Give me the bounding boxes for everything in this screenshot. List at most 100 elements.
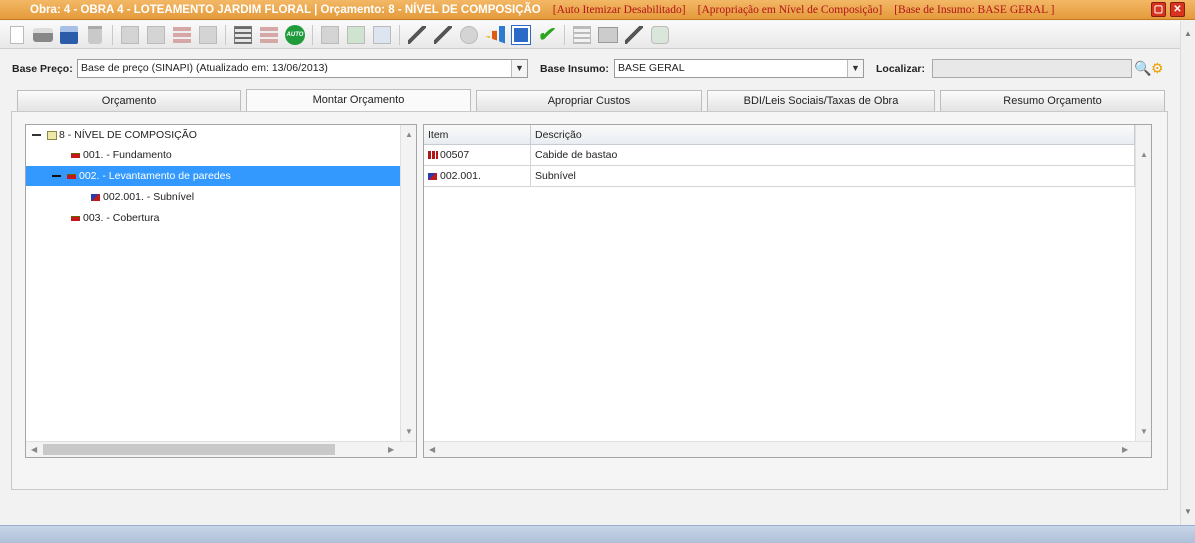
collapse-icon[interactable] <box>52 175 61 178</box>
tab-orcamento[interactable]: Orçamento <box>17 90 241 112</box>
scroll-down-icon[interactable]: ▼ <box>1184 507 1192 516</box>
search-icon[interactable]: 🔍 <box>1134 59 1151 77</box>
tree-horizontal-scrollbar[interactable]: ◀ ▶ <box>26 441 416 457</box>
tree-root-label: 8 - NÍVEL DE COMPOSIÇÃO <box>59 129 197 141</box>
pen-icon[interactable] <box>623 24 645 46</box>
tree-node-label: 003. - Cobertura <box>83 212 160 224</box>
scroll-right-icon[interactable]: ▶ <box>1122 445 1128 454</box>
tree-node-subnivel[interactable]: 002.001. - Subnível <box>91 187 391 207</box>
money-icon[interactable] <box>345 24 367 46</box>
scrollbar-thumb[interactable] <box>43 444 335 455</box>
scroll-up-icon[interactable]: ▲ <box>405 130 413 139</box>
tag-icon[interactable] <box>371 24 393 46</box>
flag-input-base: [Base de Insumo: BASE GERAL ] <box>894 3 1055 16</box>
new-document-icon[interactable] <box>6 24 28 46</box>
insert-item-icon[interactable] <box>171 24 193 46</box>
tab-bdi[interactable]: BDI/Leis Sociais/Taxas de Obra <box>707 90 935 112</box>
scroll-up-icon[interactable]: ▲ <box>1140 150 1148 159</box>
toolbar-separator <box>399 24 400 45</box>
items-grid: Item Descrição 00507 Cabide de bastao 00… <box>423 124 1152 458</box>
tree-node-label: 002.001. - Subnível <box>103 191 195 203</box>
maximize-button[interactable]: ▢ <box>1151 2 1166 17</box>
level-icon <box>71 215 80 221</box>
table-row[interactable]: 00507 Cabide de bastao <box>424 145 1135 166</box>
cell-item-text: 002.001. <box>440 170 481 182</box>
grid-vertical-scrollbar[interactable]: ▲ ▼ <box>1135 125 1151 441</box>
base-preco-label: Base Preço: <box>12 63 73 75</box>
localizar-input[interactable] <box>932 59 1132 78</box>
level-icon <box>67 173 76 179</box>
sublevel-icon <box>428 172 437 180</box>
auto-label: AUTO <box>285 24 305 45</box>
chart-icon[interactable] <box>484 24 506 46</box>
toolbar: AUTO ✔ <box>0 21 1180 49</box>
base-insumo-value: BASE GERAL <box>618 62 685 74</box>
save-icon[interactable] <box>58 24 80 46</box>
delete-icon[interactable] <box>84 24 106 46</box>
wizard-icon[interactable] <box>406 24 428 46</box>
grid-icon[interactable] <box>319 24 341 46</box>
cell-descricao: Subnível <box>531 166 1135 186</box>
tree-node-label: 001. - Fundamento <box>83 149 172 161</box>
window-scrollbar[interactable]: ▲ ▼ <box>1180 21 1195 526</box>
cell-descricao: Cabide de bastao <box>531 145 1135 165</box>
flag-auto-itemize: [Auto Itemizar Desabilitado] <box>552 3 686 16</box>
add-icon[interactable] <box>649 24 671 46</box>
level-icon <box>71 152 80 158</box>
scroll-left-icon[interactable]: ◀ <box>31 445 37 454</box>
toolbar-separator <box>225 24 226 45</box>
auto-icon[interactable]: AUTO <box>284 24 306 46</box>
toolbar-separator <box>564 24 565 45</box>
folder-icon <box>47 130 57 140</box>
chevron-down-icon[interactable]: ▼ <box>511 60 527 77</box>
toolbar-separator <box>112 24 113 45</box>
scroll-right-icon[interactable]: ▶ <box>388 445 394 454</box>
report-icon[interactable] <box>571 24 593 46</box>
tree-vertical-scrollbar[interactable]: ▲ ▼ <box>400 125 416 441</box>
base-insumo-label: Base Insumo: <box>540 63 609 75</box>
tree-root[interactable]: 8 - NÍVEL DE COMPOSIÇÃO <box>32 125 402 145</box>
toolbar-separator <box>312 24 313 45</box>
copy-icon[interactable] <box>119 24 141 46</box>
confirm-icon[interactable]: ✔ <box>536 24 558 46</box>
base-preco-value: Base de preço (SINAPI) (Atualizado em: 1… <box>81 62 328 74</box>
tab-resumo-orcamento[interactable]: Resumo Orçamento <box>940 90 1165 112</box>
tree-node-fundamento[interactable]: 001. - Fundamento <box>71 145 401 165</box>
scroll-up-icon[interactable]: ▲ <box>1184 29 1192 38</box>
chevron-down-icon[interactable]: ▼ <box>847 60 863 77</box>
filter-bar: Base Preço: Base de preço (SINAPI) (Atua… <box>0 58 1180 80</box>
scroll-left-icon[interactable]: ◀ <box>429 445 435 454</box>
sort-icon[interactable] <box>258 24 280 46</box>
paste-icon[interactable] <box>145 24 167 46</box>
scroll-down-icon[interactable]: ▼ <box>1140 427 1148 436</box>
list-icon[interactable] <box>232 24 254 46</box>
status-bar <box>0 525 1195 543</box>
grid-header: Item Descrição <box>424 125 1135 145</box>
calculator-icon[interactable] <box>197 24 219 46</box>
composition-icon <box>428 151 438 160</box>
base-preco-select[interactable]: Base de preço (SINAPI) (Atualizado em: 1… <box>77 59 528 78</box>
gear-icon[interactable]: ⚙ <box>1151 59 1164 77</box>
grid-horizontal-scrollbar[interactable]: ◀ ▶ <box>424 441 1151 457</box>
tab-apropriar-custos[interactable]: Apropriar Custos <box>476 90 702 112</box>
cell-item: 002.001. <box>424 166 531 186</box>
print-icon[interactable] <box>32 24 54 46</box>
tree-node-levantamento[interactable]: 002. - Levantamento de paredes <box>26 166 400 186</box>
table-row[interactable]: 002.001. Subnível <box>424 166 1135 187</box>
close-button[interactable]: ✕ <box>1170 2 1185 17</box>
link-icon[interactable] <box>458 24 480 46</box>
window-title: Obra: 4 - OBRA 4 - LOTEAMENTO JARDIM FLO… <box>30 3 541 16</box>
sublevel-icon <box>91 193 100 201</box>
base-insumo-select[interactable]: BASE GERAL ▼ <box>614 59 864 78</box>
column-header-descricao[interactable]: Descrição <box>531 125 1135 145</box>
tab-montar-orcamento[interactable]: Montar Orçamento <box>246 89 471 112</box>
tree-node-cobertura[interactable]: 003. - Cobertura <box>71 208 401 228</box>
book-icon[interactable] <box>597 24 619 46</box>
scroll-down-icon[interactable]: ▼ <box>405 427 413 436</box>
edit-icon[interactable] <box>432 24 454 46</box>
cell-item: 00507 <box>424 145 531 165</box>
title-bar: Obra: 4 - OBRA 4 - LOTEAMENTO JARDIM FLO… <box>0 0 1195 20</box>
collapse-icon[interactable] <box>32 134 41 137</box>
column-header-item[interactable]: Item <box>424 125 531 145</box>
clone-icon[interactable] <box>510 24 532 46</box>
